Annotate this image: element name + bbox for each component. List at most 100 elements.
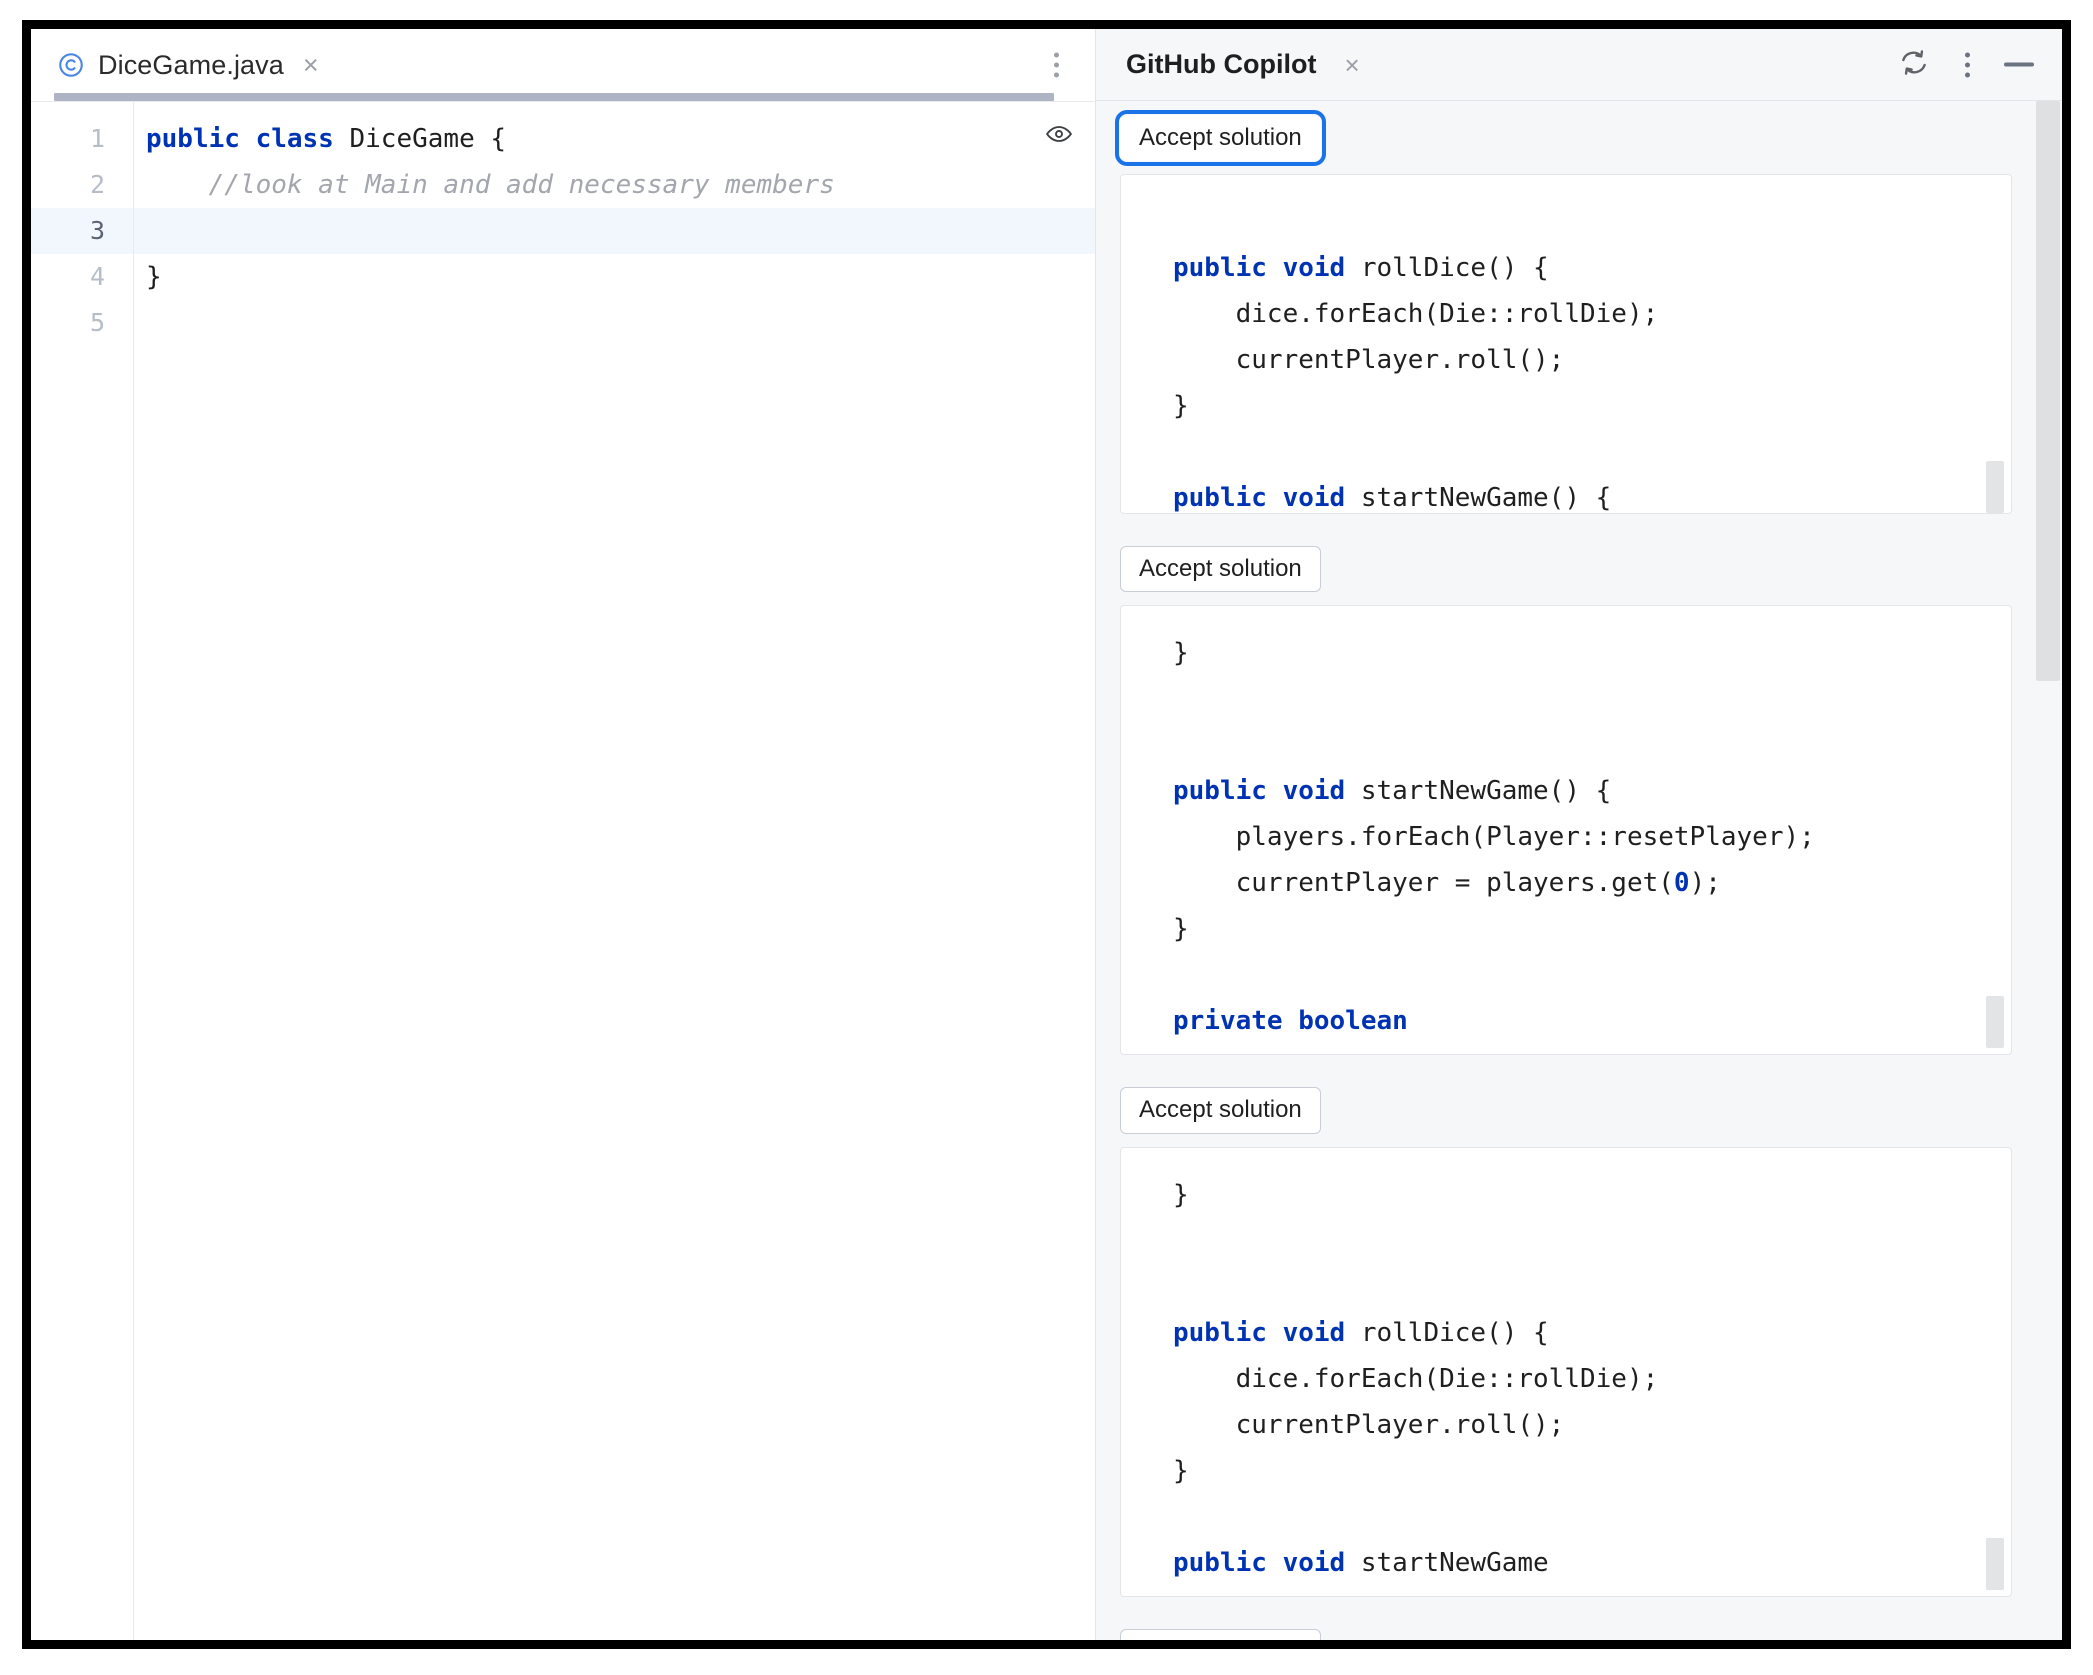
suggestion-code-line xyxy=(1173,199,2011,245)
editor-tab-bar: DiceGame.java × xyxy=(31,29,1095,101)
code-text: } xyxy=(1173,391,1189,421)
editor-tab-title: DiceGame.java xyxy=(98,50,284,81)
suggestion-code-line: dice.forEach(Die::rollDie); xyxy=(1173,1356,2011,1402)
suggestion-code-line xyxy=(1173,722,2011,768)
code-text: } xyxy=(1173,638,1189,668)
editor-options-kebab-icon[interactable] xyxy=(1054,53,1059,78)
editor-tab-dicegame[interactable]: DiceGame.java × xyxy=(57,29,325,101)
suggestion-code-line xyxy=(1173,1494,2011,1540)
copilot-panel-scrollbar-thumb[interactable] xyxy=(2036,101,2060,681)
code-text: dice.forEach(Die::rollDie); xyxy=(1173,299,1658,329)
code-keyword: public void xyxy=(1173,253,1361,283)
suggestion-code-line: } xyxy=(1173,630,2011,676)
suggestion-code-line xyxy=(1173,952,2011,998)
copilot-options-kebab-icon[interactable] xyxy=(1965,52,1970,77)
code-text: currentPlayer.roll(); xyxy=(1173,345,1564,375)
accept-solution-button[interactable]: Accept solution xyxy=(1120,1087,1321,1133)
code-text: } xyxy=(146,262,162,292)
java-class-icon xyxy=(57,51,85,79)
accept-solution-button[interactable]: Accept solution xyxy=(1120,115,1321,161)
code-keyword: private boolean xyxy=(1173,1006,1408,1036)
code-text: startNewGame() { xyxy=(1361,776,1611,806)
copilot-suggestion: Accept solution xyxy=(1096,1615,2036,1640)
copilot-panel-header: GitHub Copilot × xyxy=(1096,29,2062,101)
suggestion-code-line: currentPlayer.roll(); xyxy=(1173,1402,2011,1448)
code-text: startNewGame xyxy=(1361,1548,1549,1578)
line-number-gutter: 12345 xyxy=(31,102,134,1640)
editor-tab-close-icon[interactable]: × xyxy=(297,52,325,79)
suggestion-scrollbar-thumb[interactable] xyxy=(1986,1538,2004,1590)
code-text: currentPlayer = players.get( xyxy=(1173,868,1674,898)
copilot-suggestion: Accept solution} public void rollDice() … xyxy=(1096,1073,2036,1614)
refresh-sync-icon[interactable] xyxy=(1897,45,1931,84)
suggestion-code-card: public void rollDice() { dice.forEach(Di… xyxy=(1120,174,2012,514)
code-line-4[interactable]: } xyxy=(134,254,1095,300)
copilot-panel-scrollbar[interactable] xyxy=(2036,101,2060,1640)
suggestion-scrollbar-thumb[interactable] xyxy=(1986,996,2004,1048)
copilot-scroll-host: Accept solution public void rollDice() {… xyxy=(1096,101,2062,1640)
accept-solution-button[interactable]: Accept solution xyxy=(1120,1629,1321,1640)
code-text: rollDice() { xyxy=(1361,1318,1549,1348)
suggestion-code-line: currentPlayer = players.get(0); xyxy=(1173,860,2011,906)
suggestion-code-line: currentPlayer.roll(); xyxy=(1173,337,2011,383)
suggestion-code-card: } public void rollDice() { dice.forEach(… xyxy=(1120,1147,2012,1597)
copilot-suggestion: Accept solution public void rollDice() {… xyxy=(1096,101,2036,532)
suggestion-code-line xyxy=(1173,676,2011,722)
suggestion-code-line: public void rollDice() { xyxy=(1173,245,2011,291)
gutter-line-4[interactable]: 4 xyxy=(31,254,133,300)
code-comment: //look at Main and add necessary members xyxy=(146,170,835,200)
gutter-line-5[interactable]: 5 xyxy=(31,300,133,346)
suggestion-code-line xyxy=(1173,429,2011,475)
gutter-line-2[interactable]: 2 xyxy=(31,162,133,208)
copilot-suggestion-list: Accept solution public void rollDice() {… xyxy=(1096,101,2036,1640)
code-text: dice.forEach(Die::rollDie); xyxy=(1173,1364,1658,1394)
suggestion-code-line: public void rollDice() { xyxy=(1173,1310,2011,1356)
code-keyword: public void xyxy=(1173,483,1361,513)
code-text: } xyxy=(1173,1456,1189,1486)
active-tab-underline xyxy=(54,93,1054,101)
suggestion-code-line: } xyxy=(1173,1448,2011,1494)
suggestion-code-line: public void startNewGame xyxy=(1173,1540,2011,1586)
code-text: currentPlayer.roll(); xyxy=(1173,1410,1564,1440)
code-line-5[interactable] xyxy=(134,300,1095,346)
copilot-panel-title: GitHub Copilot xyxy=(1126,49,1316,80)
editor-body: 12345 public class DiceGame { //look at … xyxy=(31,101,1095,1640)
suggestion-code: } public void startNewGame() { players.f… xyxy=(1121,606,2011,1055)
code-text: DiceGame { xyxy=(350,124,507,154)
suggestion-code: public void rollDice() { dice.forEach(Di… xyxy=(1121,175,2011,514)
suggestion-code-line: } xyxy=(1173,906,2011,952)
gutter-line-3[interactable]: 3 xyxy=(31,208,133,254)
suggestion-code-card: } public void startNewGame() { players.f… xyxy=(1120,605,2012,1055)
code-keyword: public void xyxy=(1173,1318,1361,1348)
code-keyword: public void xyxy=(1173,776,1361,806)
code-line-3[interactable] xyxy=(134,208,1095,254)
code-text: } xyxy=(1173,914,1189,944)
editor-code-area[interactable]: public class DiceGame { //look at Main a… xyxy=(134,102,1095,1640)
suggestion-code-line: dice.forEach(Die::rollDie); xyxy=(1173,291,2011,337)
code-text: ); xyxy=(1690,868,1721,898)
code-text: } xyxy=(1173,1180,1189,1210)
minimize-icon[interactable] xyxy=(2004,63,2034,67)
code-keyword: 0 xyxy=(1674,868,1690,898)
suggestion-code: } public void rollDice() { dice.forEach(… xyxy=(1121,1148,2011,1597)
code-line-1[interactable]: public class DiceGame { xyxy=(134,116,1095,162)
code-keyword: public class xyxy=(146,124,350,154)
copilot-suggestion: Accept solution} public void startNewGam… xyxy=(1096,532,2036,1073)
github-copilot-panel: GitHub Copilot × Accept solution xyxy=(1096,29,2062,1640)
suggestion-scrollbar-thumb[interactable] xyxy=(1986,461,2004,513)
suggestion-code-line: players.forEach(Player::resetPlayer); xyxy=(1173,814,2011,860)
suggestion-code-line: } xyxy=(1173,1172,2011,1218)
suggestion-code-line: private boolean xyxy=(1173,998,2011,1044)
accept-solution-button[interactable]: Accept solution xyxy=(1120,546,1321,592)
eye-icon[interactable] xyxy=(1045,120,1073,153)
suggestion-code-line xyxy=(1173,1264,2011,1310)
window-frame: DiceGame.java × 12345 public class DiceG… xyxy=(22,20,2071,1649)
code-keyword: public void xyxy=(1173,1548,1361,1578)
code-line-2[interactable]: //look at Main and add necessary members xyxy=(134,162,1095,208)
suggestion-code-line: public void startNewGame() { xyxy=(1173,475,2011,514)
gutter-line-1[interactable]: 1 xyxy=(31,116,133,162)
code-text: startNewGame() { xyxy=(1361,483,1611,513)
copilot-tab-close-icon[interactable]: × xyxy=(1344,52,1359,78)
suggestion-code-line xyxy=(1173,1218,2011,1264)
code-editor-pane: DiceGame.java × 12345 public class DiceG… xyxy=(31,29,1096,1640)
